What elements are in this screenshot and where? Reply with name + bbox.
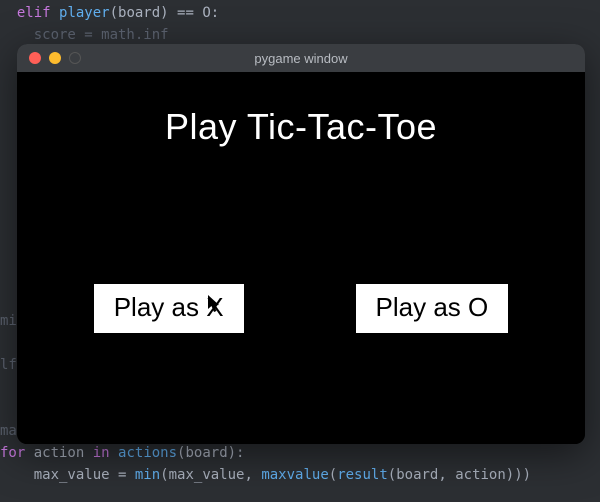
play-as-o-button[interactable]: Play as O (356, 284, 509, 333)
close-icon[interactable] (29, 52, 41, 64)
play-as-x-label: Play as X (114, 292, 224, 322)
play-as-x-button[interactable]: Play as X (94, 284, 244, 333)
window-traffic-lights (17, 52, 81, 64)
window-title: pygame window (17, 51, 585, 66)
play-as-o-label: Play as O (376, 292, 489, 322)
choice-button-row: Play as X Play as O (17, 284, 585, 333)
game-area: Play Tic-Tac-Toe Play as X Play as O (17, 72, 585, 444)
game-title: Play Tic-Tac-Toe (17, 106, 585, 148)
minimize-icon[interactable] (49, 52, 61, 64)
window-titlebar: pygame window (17, 44, 585, 72)
pygame-window: pygame window Play Tic-Tac-Toe Play as X… (17, 44, 585, 444)
zoom-icon[interactable] (69, 52, 81, 64)
